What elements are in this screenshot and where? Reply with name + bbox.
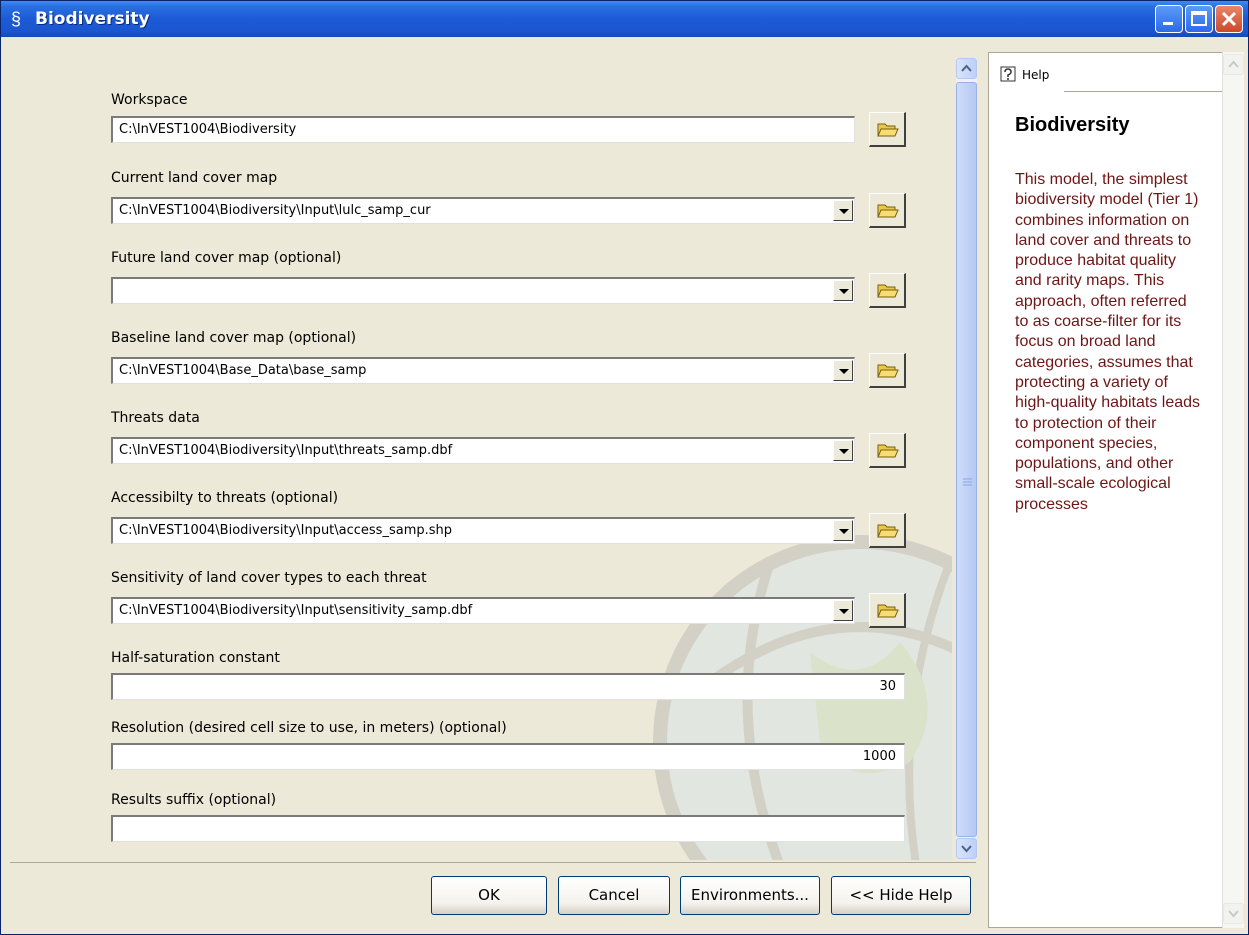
open-folder-icon (877, 524, 899, 538)
open-folder-icon (877, 204, 899, 218)
future-landcover-select[interactable] (111, 277, 855, 304)
close-button[interactable] (1215, 5, 1243, 33)
help-icon (1000, 66, 1016, 82)
baseline-landcover-label: Baseline land cover map (optional) (111, 330, 357, 346)
threats-data-dropdown-arrow[interactable] (833, 440, 853, 461)
open-folder-icon (877, 284, 899, 298)
chevron-up-icon (961, 64, 972, 72)
threats-data-label: Threats data (111, 410, 200, 426)
resolution-input[interactable]: 1000 (111, 743, 905, 770)
sensitivity-browse-button[interactable] (869, 593, 906, 628)
maximize-button[interactable] (1185, 5, 1213, 33)
biodiversity-dialog: § Biodiversity Workspace C:\InVEST1004\B… (0, 0, 1249, 935)
threats-data-browse-button[interactable] (869, 433, 906, 468)
title-bar[interactable]: § Biodiversity (1, 1, 1248, 37)
scroll-thumb[interactable] (956, 82, 977, 837)
hide-help-button[interactable]: << Hide Help (831, 876, 971, 915)
future-landcover-label: Future land cover map (optional) (111, 250, 342, 266)
sensitivity-dropdown-arrow[interactable] (833, 600, 853, 621)
current-landcover-select[interactable]: C:\InVEST1004\Biodiversity\Input\lulc_sa… (111, 197, 855, 224)
workspace-input[interactable]: C:\InVEST1004\Biodiversity (111, 116, 855, 143)
accessibility-dropdown-arrow[interactable] (833, 520, 853, 541)
current-landcover-dropdown-arrow[interactable] (833, 200, 853, 221)
chevron-down-icon (839, 209, 849, 214)
close-icon (1221, 11, 1237, 27)
minimize-icon (1163, 22, 1173, 25)
chevron-down-icon (839, 449, 849, 454)
chevron-down-icon (839, 289, 849, 294)
accessibility-select[interactable]: C:\InVEST1004\Biodiversity\Input\access_… (111, 517, 855, 544)
help-scroll-down-button[interactable] (1223, 903, 1244, 924)
results-suffix-input[interactable] (111, 815, 905, 842)
scroll-up-button[interactable] (956, 58, 977, 79)
results-suffix-label: Results suffix (optional) (111, 792, 277, 808)
help-body: This model, the simplest biodiversity mo… (1015, 171, 1201, 513)
help-title: Biodiversity (1015, 114, 1130, 136)
baseline-landcover-dropdown-arrow[interactable] (833, 360, 853, 381)
future-landcover-browse-button[interactable] (869, 273, 906, 308)
threats-data-select[interactable]: C:\InVEST1004\Biodiversity\Input\threats… (111, 437, 855, 464)
help-tab[interactable]: Help (1022, 68, 1049, 82)
chevron-down-icon (961, 845, 972, 853)
current-landcover-label: Current land cover map (111, 170, 278, 186)
cancel-button[interactable]: Cancel (558, 876, 670, 915)
baseline-landcover-select[interactable]: C:\InVEST1004\Base_Data\base_samp (111, 357, 855, 384)
sensitivity-select[interactable]: C:\InVEST1004\Biodiversity\Input\sensiti… (111, 597, 855, 624)
workspace-browse-button[interactable] (869, 112, 906, 147)
help-panel: Help Biodiversity This model, the simple… (988, 52, 1227, 928)
workspace-label: Workspace (111, 92, 188, 108)
maximize-icon (1191, 11, 1207, 26)
chevron-down-icon (1228, 910, 1239, 918)
window-title: Biodiversity (35, 9, 150, 29)
accessibility-label: Accessibilty to threats (optional) (111, 490, 339, 506)
current-landcover-browse-button[interactable] (869, 193, 906, 228)
scroll-down-button[interactable] (956, 838, 977, 859)
chevron-down-icon (839, 529, 849, 534)
help-scroll-up-button[interactable] (1223, 54, 1244, 75)
half-saturation-input[interactable]: 30 (111, 673, 905, 700)
ok-button[interactable]: OK (431, 876, 547, 915)
form-scrollbar[interactable] (956, 58, 977, 859)
sensitivity-label: Sensitivity of land cover types to each … (111, 570, 427, 586)
chevron-up-icon (1228, 60, 1239, 68)
half-saturation-label: Half-saturation constant (111, 650, 280, 666)
chevron-down-icon (839, 609, 849, 614)
chevron-down-icon (839, 369, 849, 374)
accessibility-browse-button[interactable] (869, 513, 906, 548)
open-folder-icon (877, 444, 899, 458)
grip-icon (963, 478, 972, 486)
environments-button[interactable]: Environments... (680, 876, 820, 915)
baseline-landcover-browse-button[interactable] (869, 353, 906, 388)
minimize-button[interactable] (1155, 5, 1183, 33)
script-icon: § (11, 9, 22, 29)
help-scrollbar[interactable] (1222, 52, 1244, 928)
help-tab-divider (1064, 91, 1226, 92)
form-panel: Workspace C:\InVEST1004\Biodiversity Cur… (10, 52, 952, 860)
future-landcover-dropdown-arrow[interactable] (833, 280, 853, 301)
footer-divider (10, 862, 976, 863)
resolution-label: Resolution (desired cell size to use, in… (111, 720, 507, 736)
open-folder-icon (877, 123, 899, 137)
open-folder-icon (877, 364, 899, 378)
open-folder-icon (877, 604, 899, 618)
